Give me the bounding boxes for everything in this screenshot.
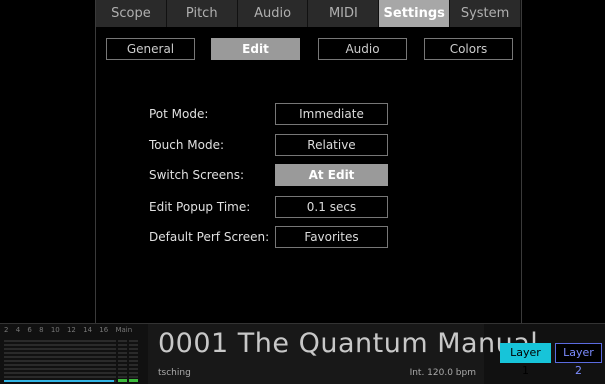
meter-channel xyxy=(32,340,39,382)
meter-label: 14 xyxy=(83,326,93,334)
meter-baseline xyxy=(4,380,114,382)
pot-mode-value[interactable]: Immediate xyxy=(275,103,388,125)
level-meters: 2 4 6 8 10 12 14 16 Main xyxy=(4,326,144,384)
switch-screens-value[interactable]: At Edit xyxy=(275,164,388,186)
meter-channel xyxy=(74,340,81,382)
edit-popup-time-value[interactable]: 0.1 secs xyxy=(275,196,388,218)
edit-popup-time-label: Edit Popup Time: xyxy=(149,200,251,214)
main-meter-right xyxy=(129,340,138,382)
meter-label: 16 xyxy=(99,326,109,334)
meter-label: 12 xyxy=(66,326,76,334)
meter-labels: 2 4 6 8 10 12 14 16 Main xyxy=(4,326,137,334)
layer-1-button[interactable]: Layer 1 xyxy=(500,343,551,377)
meter-channel xyxy=(25,340,32,382)
layer-2-button[interactable]: Layer 2 xyxy=(555,343,602,377)
pot-mode-label: Pot Mode: xyxy=(149,107,209,121)
meter-label: 4 xyxy=(15,326,21,334)
touch-mode-value[interactable]: Relative xyxy=(275,134,388,156)
sub-tab-bar: General Edit Audio Colors xyxy=(96,38,521,60)
patch-name: 0001 The Quantum Manual xyxy=(158,328,539,359)
meter-channel xyxy=(53,340,60,382)
meter-label: 2 xyxy=(4,326,9,334)
tab-scope[interactable]: Scope xyxy=(96,0,167,27)
touch-mode-label: Touch Mode: xyxy=(149,138,224,152)
meter-channel xyxy=(11,340,18,382)
meter-channel xyxy=(81,340,88,382)
meter-label: 10 xyxy=(50,326,60,334)
meter-channel xyxy=(109,340,116,382)
bottom-bar: 2 4 6 8 10 12 14 16 Main 0001 The Quantu… xyxy=(0,323,605,384)
meter-channel xyxy=(67,340,74,382)
top-tab-bar: Scope Pitch Audio MIDI Settings System xyxy=(96,0,521,27)
meter-label: 8 xyxy=(39,326,44,334)
tab-system[interactable]: System xyxy=(450,0,521,27)
meter-channel xyxy=(102,340,109,382)
meter-channel xyxy=(95,340,102,382)
meter-label: Main xyxy=(115,326,133,334)
meter-channel xyxy=(60,340,67,382)
patch-display[interactable]: 0001 The Quantum Manual tsching Int. 120… xyxy=(148,324,538,384)
main-panel: Scope Pitch Audio MIDI Settings System G… xyxy=(95,0,522,323)
tab-settings[interactable]: Settings xyxy=(379,0,451,27)
meter-channel xyxy=(39,340,46,382)
subtab-colors[interactable]: Colors xyxy=(424,38,513,60)
tab-midi[interactable]: MIDI xyxy=(308,0,380,27)
default-perf-screen-value[interactable]: Favorites xyxy=(275,226,388,248)
meter-channel xyxy=(88,340,95,382)
default-perf-screen-label: Default Perf Screen: xyxy=(149,230,270,244)
meter-channel xyxy=(46,340,53,382)
meter-channel xyxy=(4,340,11,382)
subtab-edit[interactable]: Edit xyxy=(211,38,300,60)
subtab-audio[interactable]: Audio xyxy=(318,38,407,60)
subtab-general[interactable]: General xyxy=(106,38,195,60)
switch-screens-label: Switch Screens: xyxy=(149,168,245,182)
tempo-display: Int. 120.0 bpm xyxy=(409,368,476,378)
meter-label: 6 xyxy=(27,326,32,334)
tab-pitch[interactable]: Pitch xyxy=(166,0,238,27)
main-meter-left xyxy=(118,340,127,382)
tab-audio[interactable]: Audio xyxy=(237,0,309,27)
patch-author: tsching xyxy=(158,368,191,378)
meter-channel xyxy=(18,340,25,382)
